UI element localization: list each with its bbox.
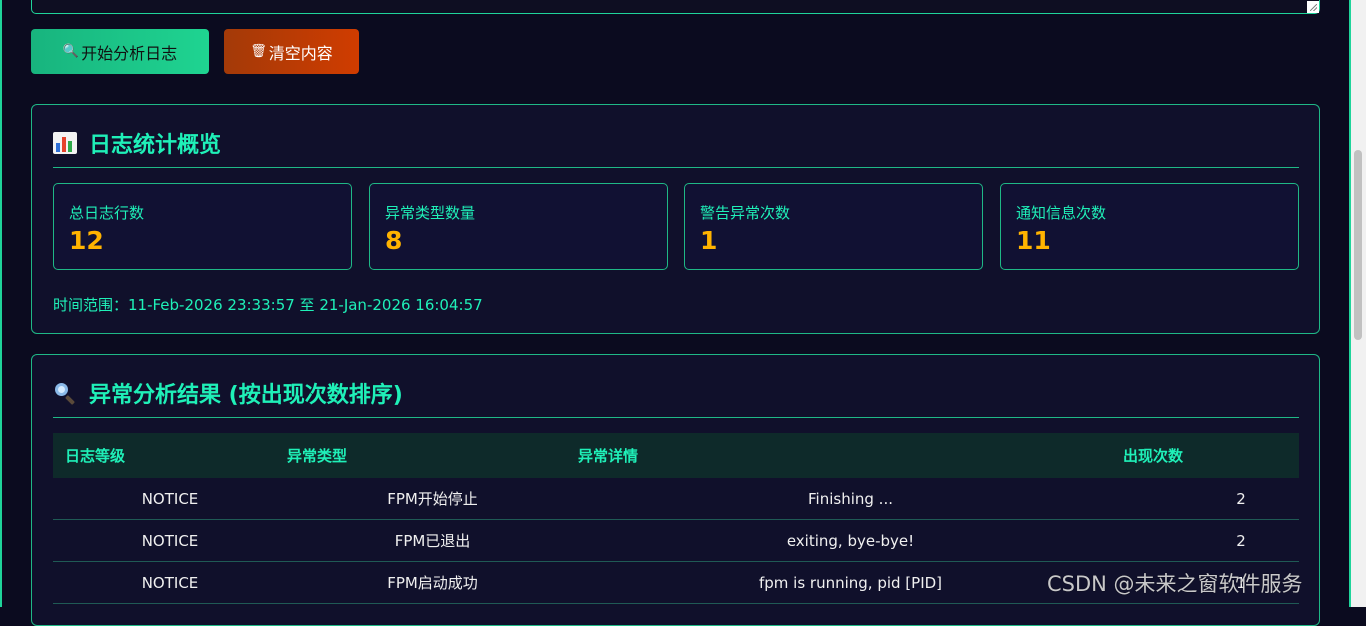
- cell-level: NOTICE: [53, 561, 287, 604]
- resize-handle[interactable]: [1307, 1, 1319, 13]
- stat-label: 通知信息次数: [1016, 204, 1107, 222]
- stats-divider: [53, 167, 1299, 168]
- column-header-level: 日志等级: [53, 433, 287, 478]
- stats-title-text: 日志统计概览: [89, 133, 222, 158]
- table-row: NOTICE FPM开始停止 Finishing ... 2: [53, 478, 1299, 520]
- trash-icon: 🗑: [250, 44, 267, 59]
- cell-detail: fpm is running, pid [PID]: [578, 561, 1123, 604]
- stat-value: 1: [700, 226, 718, 255]
- watermark: CSDN @未来之窗软件服务: [1047, 572, 1303, 596]
- clear-button-label: 清空内容: [268, 43, 333, 63]
- cell-detail: Finishing ...: [578, 478, 1123, 520]
- stat-card-total-lines: 总日志行数 12: [53, 183, 352, 270]
- cell-type: FPM已退出: [287, 519, 578, 562]
- stat-label: 总日志行数: [69, 204, 145, 222]
- results-divider: [53, 417, 1299, 418]
- cell-count: 2: [1123, 519, 1299, 562]
- stats-title: 日志统计概览: [53, 127, 221, 159]
- column-header-count: 出现次数: [1123, 433, 1299, 478]
- magnifier-icon: [53, 381, 77, 405]
- bar-chart-icon: [53, 132, 77, 154]
- stat-card-exception-types: 异常类型数量 8: [369, 183, 668, 270]
- page-border-left: [0, 0, 2, 607]
- scrollbar-thumb[interactable]: [1354, 150, 1362, 340]
- time-range: 时间范围：11-Feb-2026 23:33:57 至 21-Jan-2026 …: [53, 296, 483, 314]
- stat-card-notices: 通知信息次数 11: [1000, 183, 1299, 270]
- stats-panel: 日志统计概览 总日志行数 12 异常类型数量 8 警告异常次数 1 通知信息次数…: [31, 104, 1320, 334]
- cell-level: NOTICE: [53, 478, 287, 520]
- stat-label: 警告异常次数: [700, 204, 791, 222]
- table-header-row: 日志等级 异常类型 异常详情 出现次数: [53, 433, 1299, 478]
- cell-level: NOTICE: [53, 519, 287, 562]
- cell-detail: exiting, bye-bye!: [578, 519, 1123, 562]
- stat-value: 12: [69, 226, 104, 255]
- magnifier-icon: 🔍: [62, 44, 80, 59]
- column-header-detail: 异常详情: [578, 433, 1123, 478]
- cell-count: 2: [1123, 478, 1299, 520]
- column-header-type: 异常类型: [287, 433, 578, 478]
- stat-card-warnings: 警告异常次数 1: [684, 183, 983, 270]
- stat-label: 异常类型数量: [385, 204, 476, 222]
- log-input-textarea[interactable]: [31, 0, 1320, 14]
- analyze-button[interactable]: 🔍 开始分析日志: [31, 29, 209, 74]
- cell-type: FPM开始停止: [287, 478, 578, 520]
- stat-value: 11: [1016, 226, 1051, 255]
- results-title-text: 异常分析结果 (按出现次数排序): [89, 383, 403, 408]
- clear-button[interactable]: 🗑 清空内容: [224, 29, 359, 74]
- analyze-button-label: 开始分析日志: [81, 43, 178, 63]
- cell-type: FPM启动成功: [287, 561, 578, 604]
- results-title: 异常分析结果 (按出现次数排序): [53, 377, 403, 409]
- table-row: NOTICE FPM已退出 exiting, bye-bye! 2: [53, 519, 1299, 562]
- stat-value: 8: [385, 226, 403, 255]
